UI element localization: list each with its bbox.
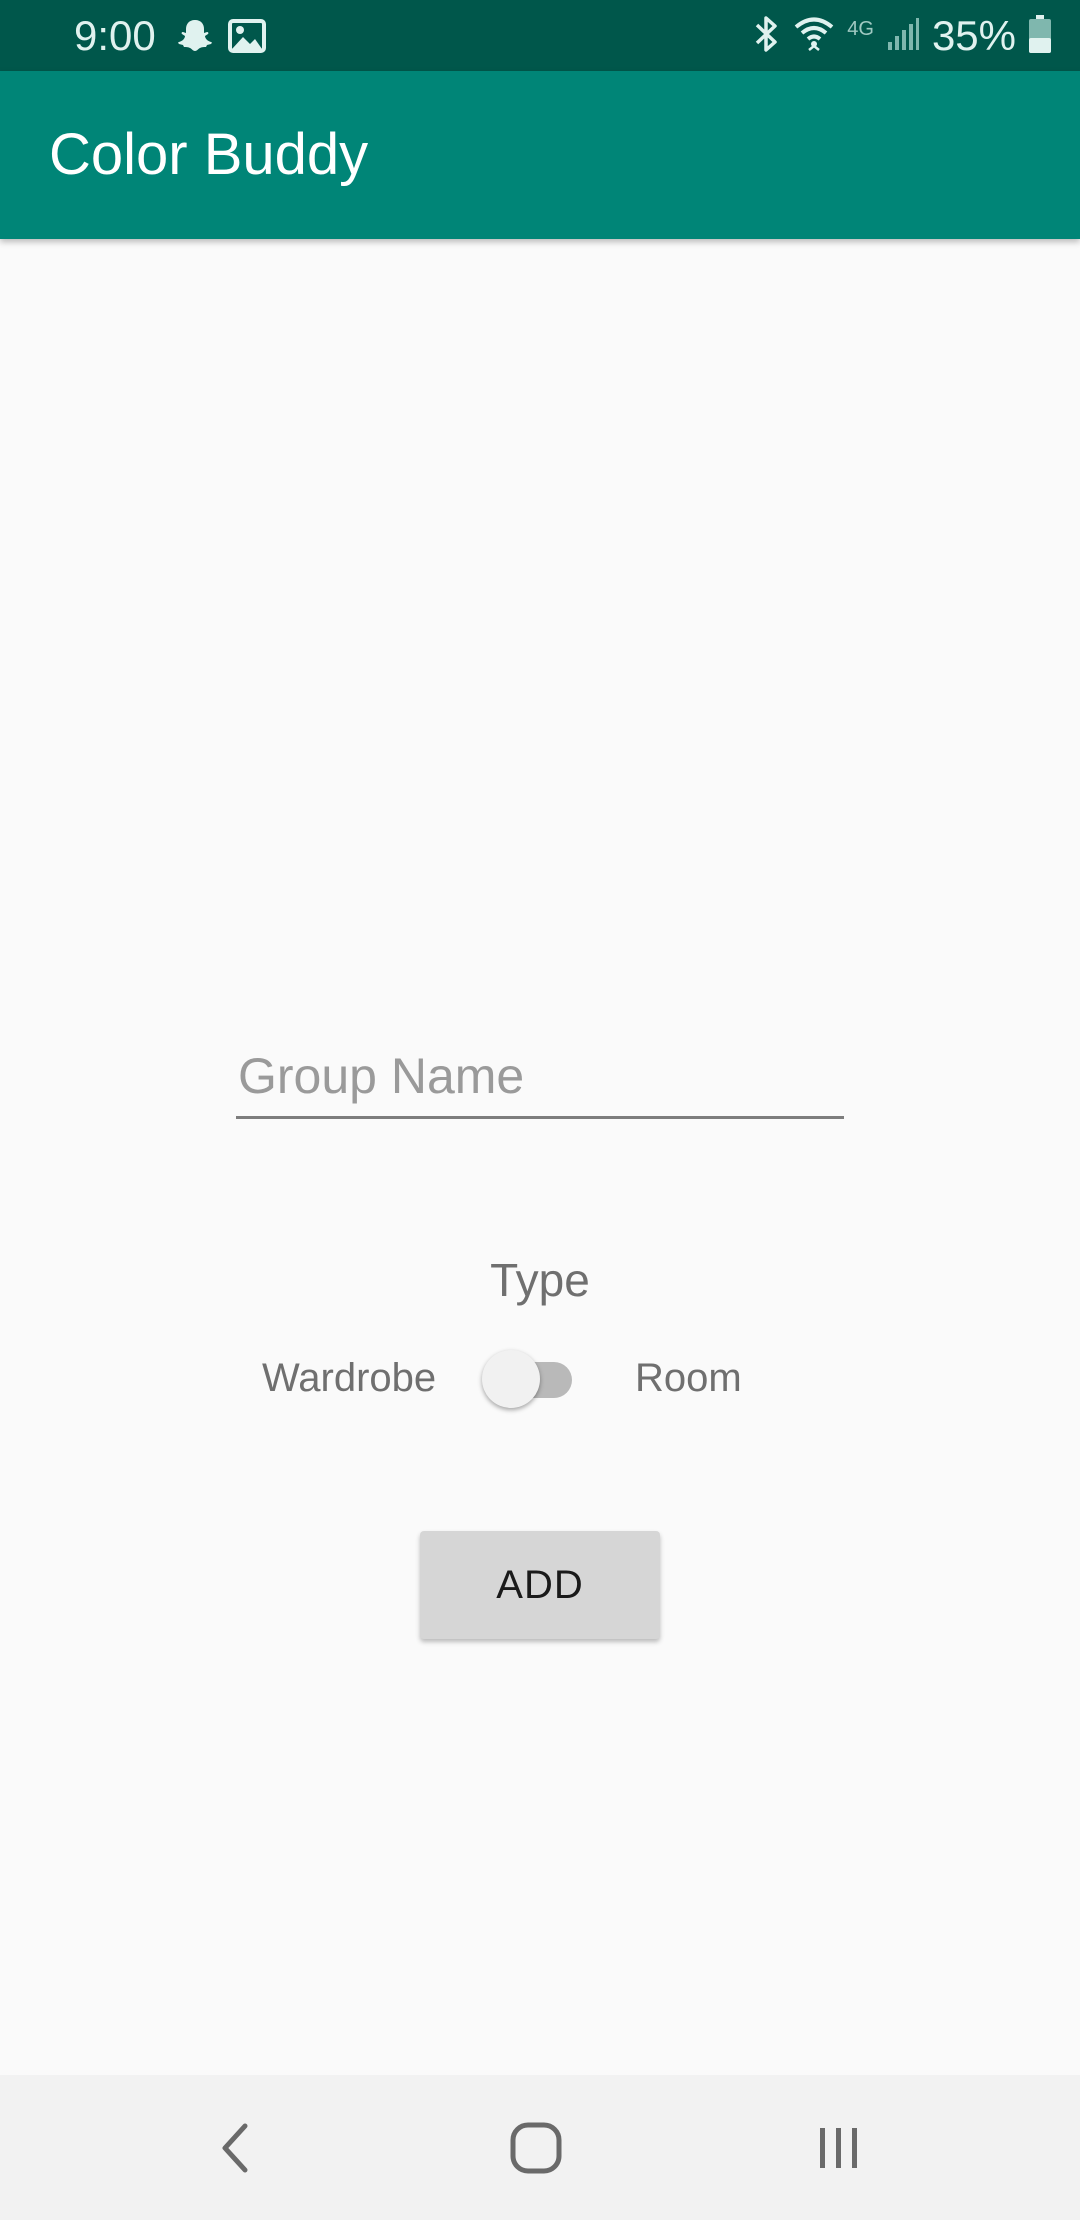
back-button[interactable]	[200, 2115, 270, 2185]
signal-icon	[886, 16, 920, 57]
type-toggle-switch[interactable]	[482, 1350, 578, 1408]
type-label: Type	[490, 1254, 590, 1306]
back-icon	[215, 2120, 255, 2181]
home-button[interactable]	[501, 2115, 571, 2185]
status-bar: 9:00 4G 35%	[0, 0, 1080, 71]
wifi-icon	[793, 14, 835, 59]
home-icon	[509, 2121, 563, 2180]
image-icon	[228, 19, 266, 58]
toggle-thumb	[482, 1350, 540, 1408]
status-notification-icons	[176, 17, 266, 60]
battery-icon	[1028, 14, 1052, 59]
snapchat-icon	[176, 17, 214, 60]
app-title: Color Buddy	[49, 122, 369, 187]
network-type-label: 4G	[847, 18, 874, 40]
status-system-icons: 4G 35%	[751, 12, 1052, 60]
bluetooth-icon	[751, 14, 781, 59]
navigation-bar	[0, 2075, 1080, 2220]
group-name-input[interactable]	[236, 1035, 844, 1119]
battery-percent: 35%	[931, 12, 1016, 59]
recent-apps-button[interactable]	[804, 2115, 874, 2185]
wardrobe-label: Wardrobe	[262, 1356, 437, 1400]
room-label: Room	[635, 1356, 742, 1400]
add-button[interactable]: ADD	[420, 1531, 660, 1639]
recent-apps-icon	[814, 2123, 864, 2178]
type-toggle-row: Wardrobe Room	[0, 1350, 1080, 1410]
app-bar: Color Buddy	[0, 71, 1080, 239]
status-time: 9:00	[74, 12, 156, 59]
